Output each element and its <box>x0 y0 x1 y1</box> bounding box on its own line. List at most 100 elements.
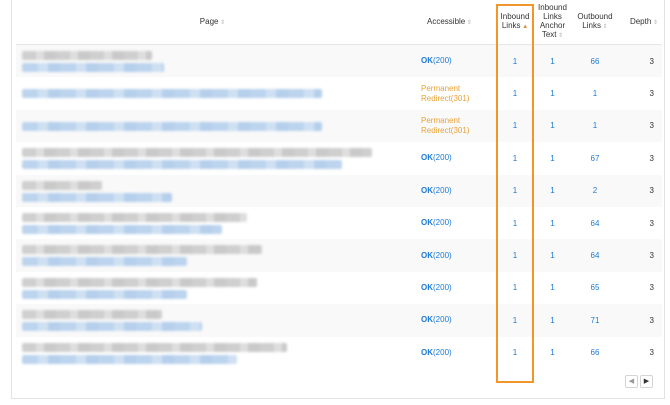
redacted-page-url[interactable] <box>22 322 202 332</box>
sort-icon[interactable]: ⇕ <box>651 20 658 26</box>
redacted-page-url[interactable] <box>22 121 322 131</box>
table-row[interactable]: OK(200) 1 1 71 3 <box>16 304 662 337</box>
table-row[interactable]: OK(200) 1 1 64 3 <box>16 206 662 240</box>
page-url-cell[interactable] <box>16 77 409 110</box>
inbound-cell[interactable]: 1 <box>497 109 533 143</box>
table-row[interactable]: OK(200) 1 1 2 3 <box>16 174 662 207</box>
status-text[interactable]: OK <box>421 153 433 162</box>
anchor-cell[interactable]: 1 <box>533 44 572 78</box>
outbound-cell[interactable]: 1 <box>572 109 618 143</box>
page-url-cell[interactable] <box>16 206 409 240</box>
status-code: (200) <box>433 153 452 163</box>
inbound-cell[interactable]: 1 <box>497 239 533 272</box>
status-text[interactable]: OK <box>421 218 433 227</box>
table-row[interactable]: Permanent Redirect(301) 1 1 1 3 <box>16 109 662 143</box>
sort-icon[interactable]: ⇕ <box>556 33 563 39</box>
status-text[interactable]: Permanent <box>421 116 460 125</box>
outbound-cell[interactable]: 65 <box>572 271 618 305</box>
inbound-cell[interactable]: 1 <box>497 336 533 369</box>
inbound-cell[interactable]: 1 <box>497 206 533 240</box>
sort-icon[interactable]: ⇕ <box>218 20 225 26</box>
redacted-page-title <box>22 310 162 320</box>
sort-icon[interactable]: ⇕ <box>465 20 472 26</box>
status-text[interactable]: OK <box>421 56 433 65</box>
chevron-left-icon[interactable]: ◀ <box>625 375 638 388</box>
status-text[interactable]: Permanent <box>421 84 460 93</box>
anchor-cell[interactable]: 1 <box>533 174 572 207</box>
chevron-right-icon[interactable]: ▶ <box>640 375 653 388</box>
status-cell: OK(200) <box>409 44 497 78</box>
status-text[interactable]: OK <box>421 251 433 260</box>
inbound-cell[interactable]: 1 <box>497 304 533 337</box>
outbound-cell[interactable]: 1 <box>572 77 618 110</box>
page-url-cell[interactable] <box>16 174 409 207</box>
inbound-cell[interactable]: 1 <box>497 174 533 207</box>
pages-table: Page ⇕ Accessible ⇕ Inbound Links ▲ Inbound… <box>16 0 662 369</box>
sort-icon[interactable]: ⇕ <box>601 24 608 30</box>
redacted-page-url[interactable] <box>22 89 322 99</box>
redacted-page-url[interactable] <box>22 289 187 299</box>
redacted-page-title <box>22 277 257 287</box>
page-url-cell[interactable] <box>16 271 409 305</box>
column-header-inbound[interactable]: Inbound Links ▲ <box>497 0 533 45</box>
anchor-cell[interactable]: 1 <box>533 109 572 143</box>
outbound-cell[interactable]: 66 <box>572 336 618 369</box>
outbound-cell[interactable]: 71 <box>572 304 618 337</box>
page-url-cell[interactable] <box>16 44 409 78</box>
status-cell: Permanent Redirect(301) <box>409 109 497 143</box>
status-code: Redirect(301) <box>421 93 470 103</box>
anchor-cell[interactable]: 1 <box>533 142 572 175</box>
anchor-cell[interactable]: 1 <box>533 304 572 337</box>
redacted-page-title <box>22 212 247 222</box>
redacted-page-url[interactable] <box>22 224 222 234</box>
outbound-cell[interactable]: 2 <box>572 174 618 207</box>
anchor-cell[interactable]: 1 <box>533 271 572 305</box>
status-text[interactable]: OK <box>421 315 433 324</box>
page-url-cell[interactable] <box>16 336 409 369</box>
status-text[interactable]: OK <box>421 348 433 357</box>
inbound-cell[interactable]: 1 <box>497 142 533 175</box>
outbound-cell[interactable]: 67 <box>572 142 618 175</box>
table-row[interactable]: OK(200) 1 1 65 3 <box>16 271 662 305</box>
inbound-cell[interactable]: 1 <box>497 44 533 78</box>
outbound-cell[interactable]: 64 <box>572 206 618 240</box>
anchor-cell[interactable]: 1 <box>533 206 572 240</box>
status-code: (200) <box>433 347 452 357</box>
table-row[interactable]: OK(200) 1 1 64 3 <box>16 239 662 272</box>
page-url-cell[interactable] <box>16 304 409 337</box>
table-row[interactable]: OK(200) 1 1 66 3 <box>16 336 662 369</box>
table-row[interactable]: OK(200) 1 1 66 3 <box>16 44 662 78</box>
column-header-depth[interactable]: Depth ⇕ <box>618 0 662 45</box>
depth-cell: 3 <box>618 174 662 207</box>
column-header-anchor[interactable]: Inbound Links Anchor Text ⇕ <box>533 0 572 45</box>
column-header-page[interactable]: Page ⇕ <box>16 0 409 45</box>
depth-cell: 3 <box>618 142 662 175</box>
redacted-page-url[interactable] <box>22 160 342 170</box>
status-code: (200) <box>433 185 452 195</box>
inbound-cell[interactable]: 1 <box>497 77 533 110</box>
status-text[interactable]: OK <box>421 186 433 195</box>
status-text[interactable]: OK <box>421 283 433 292</box>
depth-cell: 3 <box>618 336 662 369</box>
inbound-cell[interactable]: 1 <box>497 271 533 305</box>
redacted-page-url[interactable] <box>22 257 187 267</box>
anchor-cell[interactable]: 1 <box>533 77 572 110</box>
outbound-cell[interactable]: 66 <box>572 44 618 78</box>
depth-cell: 3 <box>618 44 662 78</box>
status-code: (200) <box>433 56 452 66</box>
redacted-page-url[interactable] <box>22 63 164 72</box>
anchor-cell[interactable]: 1 <box>533 336 572 369</box>
page-url-cell[interactable] <box>16 239 409 272</box>
page-url-cell[interactable] <box>16 109 409 143</box>
anchor-cell[interactable]: 1 <box>533 239 572 272</box>
table-row[interactable]: Permanent Redirect(301) 1 1 1 3 <box>16 77 662 110</box>
page-url-cell[interactable] <box>16 142 409 175</box>
column-header-outbound[interactable]: Outbound Links ⇕ <box>572 0 618 45</box>
redacted-page-url[interactable] <box>22 354 237 364</box>
column-header-accessible[interactable]: Accessible ⇕ <box>409 0 497 45</box>
sort-ascending-icon[interactable]: ▲ <box>521 24 528 30</box>
outbound-cell[interactable]: 64 <box>572 239 618 272</box>
redacted-page-url[interactable] <box>22 192 172 202</box>
column-label: Depth <box>629 16 652 26</box>
table-row[interactable]: OK(200) 1 1 67 3 <box>16 142 662 175</box>
